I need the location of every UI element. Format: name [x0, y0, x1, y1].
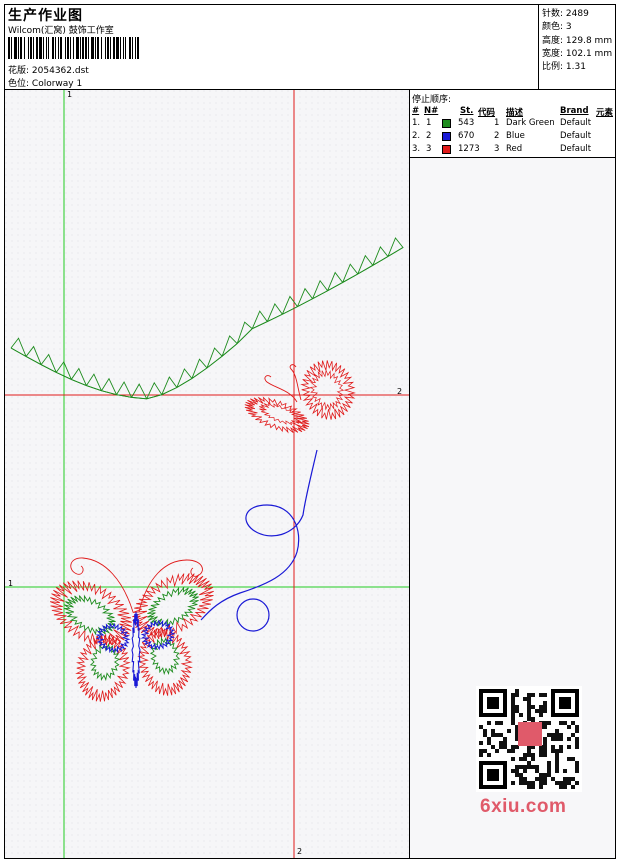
- barcode-icon: [8, 37, 139, 59]
- stat-colors: 颜色: 3: [542, 22, 572, 32]
- qr-code-icon: [476, 686, 582, 792]
- guide-label-h2: 2: [397, 387, 403, 396]
- design-file: 花版: 2054362.dst: [8, 63, 89, 76]
- row-description: Red: [506, 144, 523, 154]
- row-brand: Default: [560, 118, 592, 128]
- row-brand: Default: [560, 131, 592, 141]
- row-needle: 3: [426, 144, 432, 154]
- row-stitches: 1273: [458, 144, 480, 154]
- color-swatch: [442, 145, 451, 154]
- col-header-st: St.: [460, 106, 474, 116]
- stop-sequence-table: 停止顺序: # N# St. 代码 描述 Brand 元素 1. 1 543 1 Dar…: [410, 90, 615, 158]
- row-number: 1.: [412, 118, 421, 128]
- stop-sequence-panel: 停止顺序: # N# St. 代码 描述 Brand 元素 1. 1 543 1 Dar…: [410, 90, 615, 858]
- page-title: 生产作业图: [8, 8, 83, 24]
- production-sheet: 生产作业图 Wilcom(汇窝) 鼓饰工作室 花版: 2054362.dst 色…: [4, 4, 616, 859]
- row-code: 1: [494, 118, 500, 128]
- colorway-label: 色位:: [8, 79, 30, 89]
- stat-scale: 比例: 1.31: [542, 62, 586, 72]
- col-header-num: #: [412, 106, 420, 116]
- colorway-value: Colorway 1: [31, 79, 83, 89]
- row-number: 3.: [412, 144, 421, 154]
- row-stitches: 670: [458, 131, 475, 141]
- header-info: 生产作业图 Wilcom(汇窝) 鼓饰工作室 花版: 2054362.dst 色…: [5, 5, 539, 89]
- row-needle: 1: [426, 118, 432, 128]
- row-stitches: 543: [458, 118, 475, 128]
- design-stats: 针数: 2489 颜色: 3 高度: 129.8 mm 宽度: 102.1 mm…: [539, 5, 615, 89]
- colorway: 色位: Colorway 1: [8, 76, 82, 89]
- color-swatch: [442, 132, 451, 141]
- design-label: 花版:: [8, 66, 30, 76]
- design-preview[interactable]: 1 2 1 2: [5, 90, 410, 858]
- row-needle: 2: [426, 131, 432, 141]
- guide-label-v1: 1: [67, 90, 73, 99]
- col-header-code: 代码: [478, 108, 496, 118]
- stat-stitches: 针数: 2489: [542, 9, 589, 19]
- row-description: Blue: [506, 131, 525, 141]
- watermark: 6xiu.com: [480, 796, 567, 817]
- color-swatch: [442, 119, 451, 128]
- stat-width: 宽度: 102.1 mm: [542, 49, 613, 59]
- design-value: 2054362.dst: [31, 66, 89, 76]
- col-header-brand: Brand: [560, 106, 589, 116]
- col-header-n: N#: [424, 106, 439, 116]
- guide-label-v2: 2: [297, 847, 303, 856]
- row-description: Dark Green: [506, 118, 555, 128]
- guide-label-h1: 1: [8, 579, 14, 588]
- row-code: 3: [494, 144, 500, 154]
- row-code: 2: [494, 131, 500, 141]
- stop-sequence-title: 停止顺序:: [412, 95, 452, 105]
- col-header-element: 元素: [596, 108, 614, 118]
- canvas-background: [5, 90, 409, 858]
- row-number: 2.: [412, 131, 421, 141]
- company-name: Wilcom(汇窝) 鼓饰工作室: [8, 26, 114, 36]
- stat-height: 高度: 129.8 mm: [542, 36, 613, 46]
- col-header-desc: 描述: [506, 108, 524, 118]
- row-brand: Default: [560, 144, 592, 154]
